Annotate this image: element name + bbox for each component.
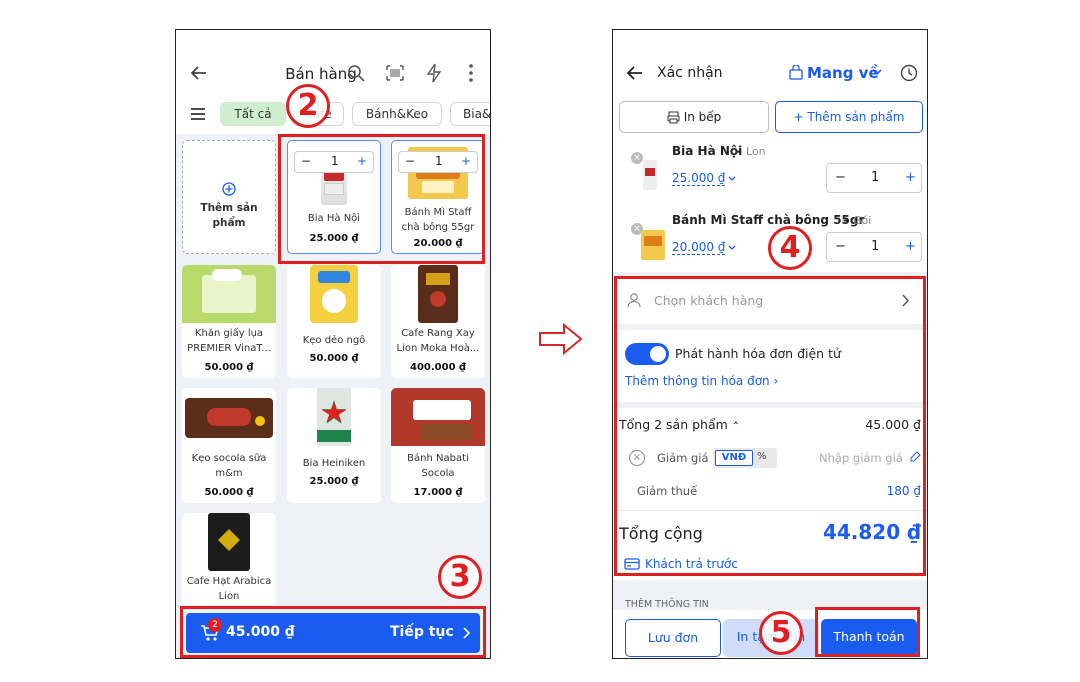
quantity-value: 1 — [871, 170, 880, 185]
step-marker-3: 3 — [438, 555, 482, 599]
item-price[interactable]: 25.000 ₫ — [672, 171, 726, 186]
chevron-down-icon — [728, 176, 736, 182]
item-price[interactable]: 20.000 ₫ — [672, 240, 726, 255]
product-name: Khăn giấy lụa PREMIER VinaT... — [187, 328, 271, 354]
highlight-box-3 — [180, 606, 486, 658]
product-price: 17.000 ₫ — [413, 487, 463, 498]
add-circle-icon — [222, 182, 236, 196]
page-title: Bán hàng — [285, 65, 357, 83]
arrow-right-icon — [538, 322, 584, 356]
history-icon[interactable] — [900, 64, 918, 82]
product-image — [310, 265, 358, 323]
more-info-label: THÊM THÔNG TIN — [625, 599, 709, 610]
item-name: Bia Hà Nội — [672, 144, 743, 158]
product-image — [185, 398, 273, 438]
product-card-nabati[interactable]: Bánh Nabati Socola 17.000 ₫ — [391, 388, 485, 503]
plus-button[interactable]: + — [905, 239, 916, 254]
category-chip-all[interactable]: Tất cả — [220, 102, 286, 126]
more-vertical-icon[interactable] — [468, 63, 474, 83]
category-chip-bia[interactable]: Bia& — [450, 102, 490, 126]
quantity-value: 1 — [871, 239, 880, 254]
product-image — [418, 265, 458, 323]
product-image — [317, 388, 351, 446]
barcode-icon[interactable] — [386, 65, 404, 81]
page-title: Xác nhận — [657, 65, 723, 81]
plus-button[interactable]: + — [905, 170, 916, 185]
add-product-label: Thêm sản phẩm — [807, 110, 905, 124]
item-unit: Lon — [746, 145, 766, 158]
product-card-heineken[interactable]: Bia Heiniken 25.000 ₫ — [287, 388, 381, 503]
product-price: 25.000 ₫ — [309, 476, 359, 487]
add-product-label: Thêm sản phẩm — [200, 202, 258, 229]
menu-icon[interactable] — [190, 108, 206, 120]
product-name: Bánh Nabati Socola — [407, 453, 469, 479]
print-kitchen-button[interactable]: In bếp — [619, 101, 769, 133]
product-price: 50.000 ₫ — [204, 487, 254, 498]
product-name: Cafe Rang Xay Lion Moka Hoà... — [396, 328, 480, 354]
bag-icon — [789, 65, 803, 80]
print-kitchen-label: In bếp — [683, 110, 722, 124]
product-name: Kẹo socola sữa m&m — [191, 453, 267, 479]
chevron-down-icon — [872, 69, 882, 76]
quantity-stepper[interactable]: − 1 + — [826, 232, 922, 262]
product-image — [182, 265, 276, 323]
product-price: 50.000 ₫ — [309, 353, 359, 364]
product-name: Kẹo dẻo ngô — [302, 335, 366, 346]
product-card-khan-giay[interactable]: Khăn giấy lụa PREMIER VinaT... 50.000 ₫ — [182, 265, 276, 378]
minus-button[interactable]: − — [835, 239, 846, 254]
product-image — [391, 388, 485, 446]
item-unit: Gói — [853, 214, 872, 227]
item-image — [643, 160, 657, 190]
product-name: Cafe Hạt Arabica Lion — [186, 576, 272, 602]
step-marker-2: 2 — [286, 84, 330, 128]
category-chip-banh-keo[interactable]: Bánh&Keo — [352, 102, 442, 126]
item-name: Bánh Mì Staff chà bông 55gr — [672, 213, 865, 227]
back-arrow-icon[interactable] — [190, 64, 208, 82]
back-arrow-icon[interactable] — [626, 64, 644, 82]
lightning-icon[interactable] — [426, 63, 442, 83]
add-product-button[interactable]: + Thêm sản phẩm — [775, 101, 923, 133]
order-item: × Bia Hà Nội - Lon 25.000 ₫ − 1 + — [613, 138, 927, 200]
product-card-cafe-arabica[interactable]: Cafe Hạt Arabica Lion — [182, 513, 276, 608]
step-marker-5: 5 — [759, 611, 803, 655]
product-card-keo-deo[interactable]: Kẹo dẻo ngô 50.000 ₫ — [287, 265, 381, 378]
save-order-button[interactable]: Lưu đơn — [625, 619, 721, 657]
chevron-down-icon — [728, 245, 736, 251]
product-name: Bia Heiniken — [302, 458, 366, 469]
product-card-cafe-moka[interactable]: Cafe Rang Xay Lion Moka Hoà... 400.000 ₫ — [391, 265, 485, 378]
add-product-card[interactable]: Thêm sản phẩm — [182, 140, 276, 254]
step-marker-4: 4 — [768, 226, 812, 270]
product-image — [208, 513, 250, 571]
product-price: 50.000 ₫ — [204, 362, 254, 373]
remove-item-icon[interactable]: × — [631, 152, 643, 164]
product-card-mm[interactable]: Kẹo socola sữa m&m 50.000 ₫ — [182, 388, 276, 503]
order-type-select[interactable]: Mang về — [807, 64, 879, 82]
product-price: 400.000 ₫ — [410, 362, 466, 373]
item-image — [641, 230, 665, 260]
quantity-stepper[interactable]: − 1 + — [826, 163, 922, 193]
highlight-box-5 — [815, 607, 920, 657]
minus-button[interactable]: − — [835, 170, 846, 185]
search-icon[interactable] — [347, 64, 365, 82]
highlight-box-4 — [614, 276, 926, 576]
highlight-box-2 — [278, 134, 485, 264]
printer-icon — [667, 111, 680, 124]
